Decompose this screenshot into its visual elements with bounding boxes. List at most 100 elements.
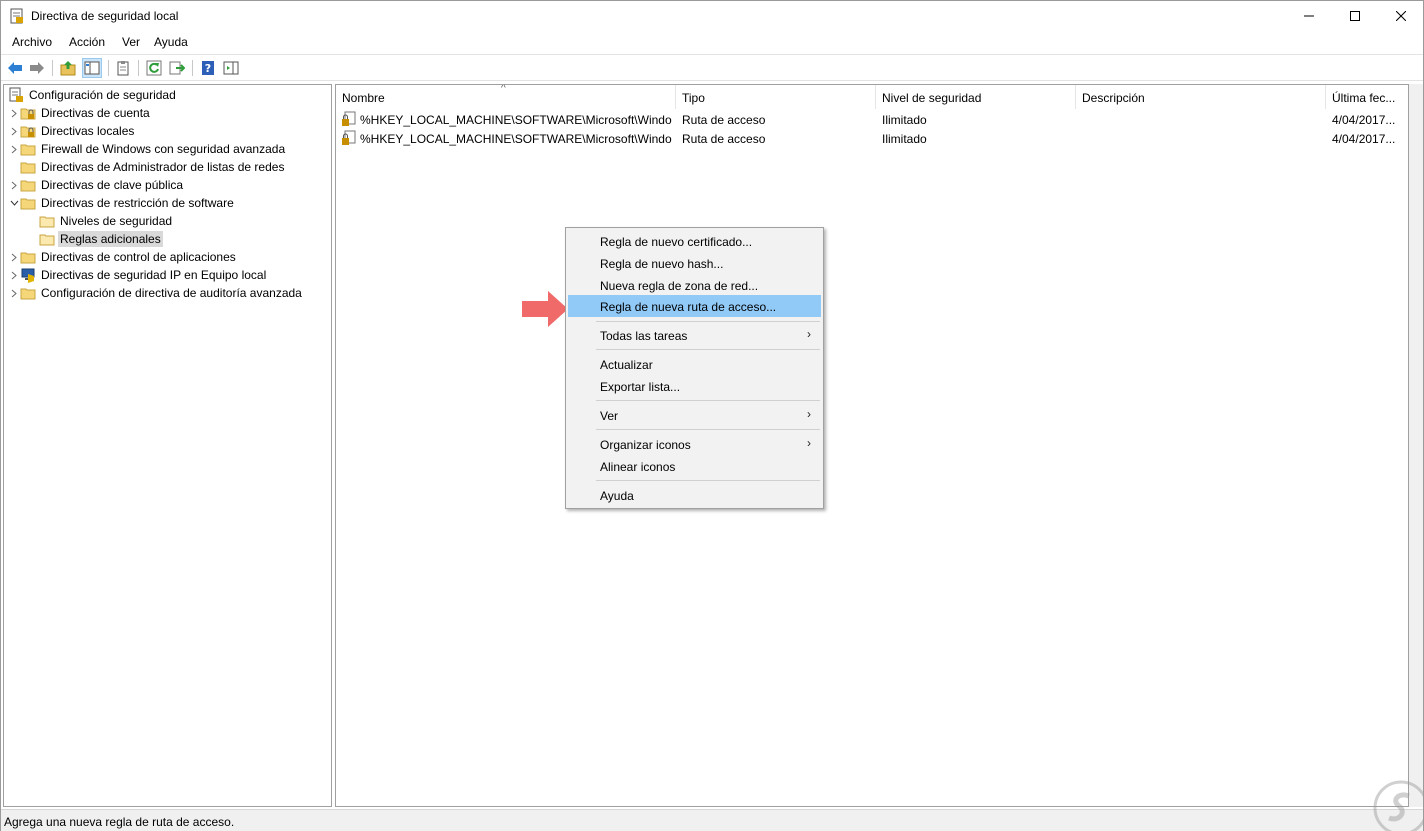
refresh-icon — [146, 60, 162, 76]
tree-item-reglas-adicionales[interactable]: Reglas adicionales — [39, 230, 163, 248]
cell-nivel: Ilimitado — [882, 132, 927, 146]
tree-item-directivas-locales[interactable]: Directivas locales — [8, 122, 136, 140]
status-bar: Agrega una nueva regla de ruta de acceso… — [1, 809, 1423, 831]
folder-icon — [39, 231, 55, 247]
submenu-arrow-icon: › — [807, 407, 811, 421]
up-folder-button[interactable] — [58, 58, 78, 78]
menu-item-ayuda[interactable]: Ayuda — [568, 484, 821, 506]
menu-item-todas-las-tareas[interactable]: Todas las tareas › — [568, 324, 821, 346]
status-text: Agrega una nueva regla de ruta de acceso… — [4, 815, 235, 829]
window-title: Directiva de seguridad local — [31, 9, 179, 23]
column-header-tipo[interactable]: Tipo — [676, 85, 876, 109]
chevron-right-icon[interactable] — [8, 248, 20, 266]
path-rule-icon — [342, 130, 356, 145]
folder-open-icon — [20, 195, 36, 211]
menu-item-ver[interactable]: Ver › — [568, 404, 821, 426]
chevron-right-icon[interactable] — [8, 122, 20, 140]
tree-item-control-aplicaciones[interactable]: Directivas de control de aplicaciones — [8, 248, 238, 266]
tree-item-administrador-listas-redes[interactable]: Directivas de Administrador de listas de… — [20, 158, 286, 176]
chevron-down-icon[interactable] — [8, 194, 20, 212]
tree-item-firewall[interactable]: Firewall de Windows con seguridad avanza… — [8, 140, 287, 158]
tree-root-label: Configuración de seguridad — [29, 88, 176, 102]
cell-nivel: Ilimitado — [882, 113, 927, 127]
close-button[interactable] — [1378, 1, 1424, 31]
title-bar: Directiva de seguridad local — [1, 1, 1423, 31]
submenu-arrow-icon: › — [807, 327, 811, 341]
chevron-right-icon[interactable] — [8, 176, 20, 194]
security-settings-icon — [8, 87, 24, 103]
chevron-right-icon[interactable] — [8, 140, 20, 158]
close-icon — [1396, 11, 1406, 21]
app-window: Directiva de seguridad local Archivo Acc… — [0, 0, 1424, 831]
column-header-descripcion[interactable]: Descripción — [1076, 85, 1326, 109]
maximize-button[interactable] — [1332, 1, 1378, 31]
cell-nombre: %HKEY_LOCAL_MACHINE\SOFTWARE\Microsoft\W… — [360, 113, 672, 127]
menu-item-alinear-iconos[interactable]: Alinear iconos — [568, 455, 821, 477]
folder-icon — [20, 249, 36, 265]
svg-text:?: ? — [205, 62, 211, 75]
cell-tipo: Ruta de acceso — [682, 113, 766, 127]
help-button[interactable]: ? — [198, 58, 218, 78]
menu-item-actualizar[interactable]: Actualizar — [568, 353, 821, 375]
clipboard-button[interactable] — [113, 58, 133, 78]
help-icon: ? — [202, 61, 214, 75]
context-menu: Regla de nuevo certificado... Regla de n… — [565, 227, 824, 509]
back-icon — [8, 62, 22, 74]
forward-button[interactable] — [27, 58, 47, 78]
locked-folder-icon — [20, 105, 36, 121]
tree-item-seguridad-ip[interactable]: Directivas de seguridad IP en Equipo loc… — [8, 266, 268, 284]
menu-item-nueva-ruta-acceso[interactable]: Regla de nueva ruta de acceso... — [568, 295, 821, 317]
ip-security-icon — [20, 267, 36, 283]
table-row[interactable]: %HKEY_LOCAL_MACHINE\SOFTWARE\Microsoft\W… — [336, 129, 1408, 148]
chevron-right-icon[interactable] — [8, 284, 20, 302]
list-header: ^ Nombre Tipo Nivel de seguridad Descrip… — [336, 85, 1408, 109]
tree-item-directivas-de-cuenta[interactable]: Directivas de cuenta — [8, 104, 152, 122]
chevron-right-icon[interactable] — [8, 266, 20, 284]
menu-ver[interactable]: Ver — [119, 35, 143, 49]
folder-icon — [39, 213, 55, 229]
list-pane: ^ Nombre Tipo Nivel de seguridad Descrip… — [335, 84, 1409, 807]
back-button[interactable] — [5, 58, 25, 78]
menu-item-exportar-lista[interactable]: Exportar lista... — [568, 375, 821, 397]
folder-icon — [20, 177, 36, 193]
refresh-button[interactable] — [144, 58, 164, 78]
export-list-icon — [169, 61, 185, 75]
column-header-nombre[interactable]: Nombre — [336, 85, 676, 109]
pointer-arrow-icon — [522, 291, 568, 327]
toolbar: ? — [1, 54, 1423, 81]
column-header-nivel[interactable]: Nivel de seguridad — [876, 85, 1076, 109]
chevron-right-icon[interactable] — [8, 104, 20, 122]
cell-tipo: Ruta de acceso — [682, 132, 766, 146]
table-row[interactable]: %HKEY_LOCAL_MACHINE\SOFTWARE\Microsoft\W… — [336, 110, 1408, 129]
menu-bar: Archivo Acción Ver Ayuda — [1, 32, 1423, 53]
maximize-icon — [1350, 11, 1360, 21]
vertical-scrollbar[interactable] — [1409, 84, 1423, 807]
forward-icon — [30, 62, 44, 74]
cell-nombre: %HKEY_LOCAL_MACHINE\SOFTWARE\Microsoft\W… — [360, 132, 672, 146]
up-folder-icon — [60, 61, 76, 76]
minimize-icon — [1304, 15, 1314, 17]
show-action-pane-button[interactable] — [221, 58, 241, 78]
watermark-logo-icon — [1373, 780, 1424, 831]
export-list-button[interactable] — [167, 58, 187, 78]
cell-fecha: 4/04/2017... — [1332, 132, 1396, 146]
menu-item-organizar-iconos[interactable]: Organizar iconos › — [568, 433, 821, 455]
folder-icon — [20, 159, 36, 175]
clipboard-icon — [117, 61, 129, 76]
show-action-pane-icon — [223, 61, 239, 75]
show-hide-tree-button[interactable] — [82, 58, 102, 78]
locked-folder-icon — [20, 123, 36, 139]
tree-item-restriccion-software[interactable]: Directivas de restricción de software — [8, 194, 236, 212]
column-header-fecha[interactable]: Última fec... — [1326, 85, 1408, 109]
menu-archivo[interactable]: Archivo — [9, 35, 55, 49]
minimize-button[interactable] — [1286, 1, 1332, 31]
menu-accion[interactable]: Acción — [66, 35, 108, 49]
menu-item-nuevo-certificado[interactable]: Regla de nuevo certificado... — [568, 230, 821, 252]
menu-ayuda[interactable]: Ayuda — [151, 35, 191, 49]
tree-item-clave-publica[interactable]: Directivas de clave pública — [8, 176, 185, 194]
tree-item-niveles-seguridad[interactable]: Niveles de seguridad — [39, 212, 174, 230]
menu-item-zona-red[interactable]: Nueva regla de zona de red... — [568, 274, 821, 296]
menu-item-nuevo-hash[interactable]: Regla de nuevo hash... — [568, 252, 821, 274]
tree-root[interactable]: Configuración de seguridad — [8, 86, 178, 104]
tree-item-auditoria-avanzada[interactable]: Configuración de directiva de auditoría … — [8, 284, 304, 302]
